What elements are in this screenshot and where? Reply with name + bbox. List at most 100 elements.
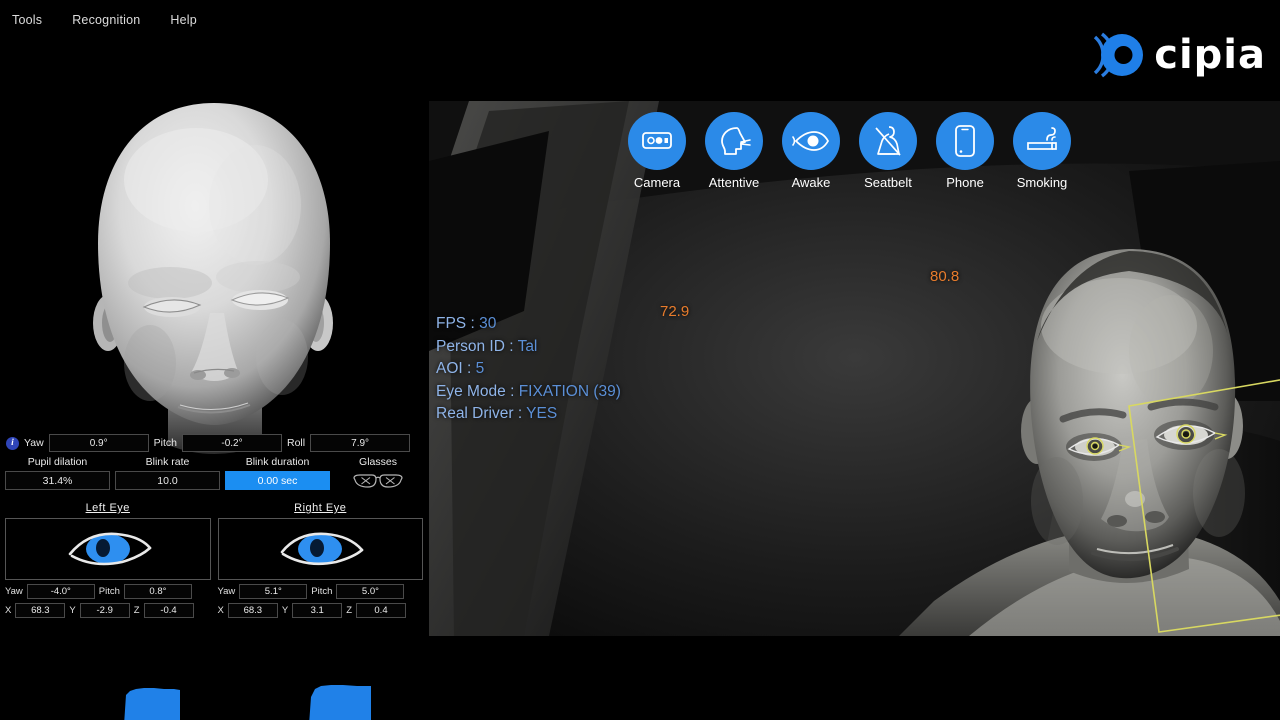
status-awake-label: Awake (791, 175, 831, 190)
right-eye-y-label: Y (281, 605, 289, 616)
blink-duration-value[interactable]: 0.00 sec (225, 471, 330, 490)
telemetry-eye-mode-value: FIXATION (39) (518, 382, 621, 400)
head-pitch-label: Pitch (153, 437, 177, 449)
blink-rate-value[interactable]: 10.0 (115, 471, 220, 490)
status-indicator-row: Camera Attentive Awake Seatbelt Phone Sm… (627, 112, 1087, 196)
left-eye-yaw-value[interactable]: -4.0° (26, 584, 95, 599)
status-seatbelt[interactable]: Seatbelt (858, 112, 918, 196)
menu-item-help[interactable]: Help (168, 10, 199, 30)
eye-icon (68, 532, 152, 566)
left-eye-signal-graph (18, 655, 203, 720)
face-box-left-value: 72.9 (660, 303, 690, 320)
phone-icon[interactable] (936, 112, 994, 170)
left-eye-y-label: Y (69, 605, 76, 616)
blink-duration-metric: Blink duration 0.00 sec (225, 456, 330, 504)
telemetry-real-driver-value: YES (526, 405, 558, 422)
head-roll-value[interactable]: 7.9° (310, 434, 411, 452)
right-eye-panel: Right Eye Yaw 5.1° Pitch 5.0° X 68.3 Y 3… (217, 502, 424, 662)
right-eye-z-value[interactable]: 0.4 (356, 603, 406, 618)
camera-icon[interactable] (628, 112, 686, 170)
right-eye-angles: Yaw 5.1° Pitch 5.0° (218, 584, 424, 599)
attentive-head-icon[interactable] (705, 112, 763, 170)
left-eye-pitch-label: Pitch (98, 586, 120, 597)
eye-icon (280, 532, 364, 566)
head-yaw-value[interactable]: 0.9° (48, 434, 149, 452)
3d-head-model (0, 85, 428, 465)
brand-name: cipia (1154, 32, 1266, 78)
right-eye-coords: X 68.3 Y 3.1 Z 0.4 (218, 603, 424, 618)
seatbelt-icon[interactable] (859, 112, 917, 170)
status-phone-label: Phone (946, 175, 984, 190)
status-camera[interactable]: Camera (627, 112, 687, 196)
telemetry-aoi: AOI : 5 (436, 358, 621, 381)
telemetry-eye-mode-label: Eye Mode : (436, 382, 519, 400)
blink-rate-label: Blink rate (145, 456, 190, 468)
left-eye-coords: X 68.3 Y -2.9 Z -0.4 (5, 603, 211, 618)
glasses-label: Glasses (359, 456, 397, 468)
right-eye-pitch-value[interactable]: 5.0° (336, 584, 405, 599)
left-eye-yaw-label: Yaw (5, 586, 23, 597)
telemetry-eye-mode: Eye Mode : FIXATION (39) (436, 381, 621, 404)
telemetry-real-driver: Real Driver : YES (436, 403, 621, 426)
telemetry-aoi-value: 5 (475, 360, 485, 377)
head-pitch-value[interactable]: -0.2° (182, 434, 282, 452)
telemetry-overlay: FPS : 30 Person ID : Tal AOI : 5 Eye Mod… (436, 313, 621, 426)
signal-graphs (0, 655, 428, 720)
telemetry-person-id-value: Tal (517, 337, 538, 355)
right-eye-yaw-label: Yaw (217, 586, 236, 597)
status-attentive[interactable]: Attentive (704, 112, 764, 196)
driver-monitoring-app: Tools Recognition Help cipia i Yaw 0.9° … (0, 0, 1280, 720)
glasses-metric: Glasses (343, 456, 413, 504)
status-smoking-label: Smoking (1016, 175, 1068, 190)
head-pose-row: i Yaw 0.9° Pitch -0.2° Roll 7.9° (0, 432, 428, 454)
awake-eye-icon[interactable] (782, 112, 840, 170)
left-eye-x-value[interactable]: 68.3 (15, 603, 66, 618)
left-eye-panel: Left Eye Yaw -4.0° Pitch 0.8° X 68.3 Y -… (5, 502, 211, 662)
right-eye-yaw-value[interactable]: 5.1° (239, 584, 308, 599)
head-yaw-label: Yaw (24, 437, 44, 449)
info-icon[interactable]: i (6, 436, 19, 450)
blink-duration-label: Blink duration (245, 456, 310, 468)
right-eye-signal-graph (215, 655, 400, 720)
cipia-eye-logo-icon (1089, 27, 1145, 83)
status-awake[interactable]: Awake (781, 112, 841, 196)
right-eye-z-label: Z (346, 605, 352, 616)
telemetry-fps-label: FPS : (436, 315, 480, 332)
left-eye-angles: Yaw -4.0° Pitch 0.8° (5, 584, 211, 599)
left-eye-z-value[interactable]: -0.4 (143, 603, 194, 618)
head-roll-label: Roll (287, 437, 306, 449)
eye-panels: Left Eye Yaw -4.0° Pitch 0.8° X 68.3 Y -… (0, 502, 428, 662)
left-eye-view (5, 518, 211, 580)
telemetry-real-driver-label: Real Driver : (436, 405, 527, 422)
pupil-dilation-label: Pupil dilation (27, 456, 88, 468)
glasses-none-icon (350, 471, 406, 490)
smoking-icon[interactable] (1013, 112, 1071, 170)
left-eye-z-label: Z (133, 605, 140, 616)
left-panel: i Yaw 0.9° Pitch -0.2° Roll 7.9° Pupil d… (0, 40, 428, 720)
right-eye-pitch-label: Pitch (311, 586, 333, 597)
telemetry-person-id-label: Person ID : (436, 337, 518, 355)
right-eye-x-label: X (217, 605, 224, 616)
right-eye-title: Right Eye (294, 502, 347, 514)
status-smoking[interactable]: Smoking (1012, 112, 1072, 196)
right-eye-y-value[interactable]: 3.1 (292, 603, 343, 618)
telemetry-fps: FPS : 30 (436, 313, 621, 336)
status-seatbelt-label: Seatbelt (864, 175, 912, 190)
telemetry-aoi-label: AOI : (436, 360, 476, 377)
right-eye-x-value[interactable]: 68.3 (227, 603, 278, 618)
menu-item-recognition[interactable]: Recognition (70, 10, 142, 30)
right-eye-view (217, 518, 423, 580)
menu-bar: Tools Recognition Help (0, 0, 1280, 40)
left-eye-pitch-value[interactable]: 0.8° (123, 584, 192, 599)
blink-rate-metric: Blink rate 10.0 (115, 456, 220, 504)
left-eye-y-value[interactable]: -2.9 (79, 603, 130, 618)
telemetry-fps-value: 30 (479, 315, 497, 332)
face-box-right-value: 80.8 (930, 268, 960, 285)
menu-item-tools[interactable]: Tools (10, 10, 44, 30)
brand-logo: cipia (1089, 26, 1266, 84)
status-phone[interactable]: Phone (935, 112, 995, 196)
metrics-row: Pupil dilation 31.4% Blink rate 10.0 Bli… (0, 456, 428, 504)
pupil-dilation-value[interactable]: 31.4% (5, 471, 110, 490)
status-camera-label: Camera (633, 175, 681, 190)
left-eye-x-label: X (5, 605, 12, 616)
